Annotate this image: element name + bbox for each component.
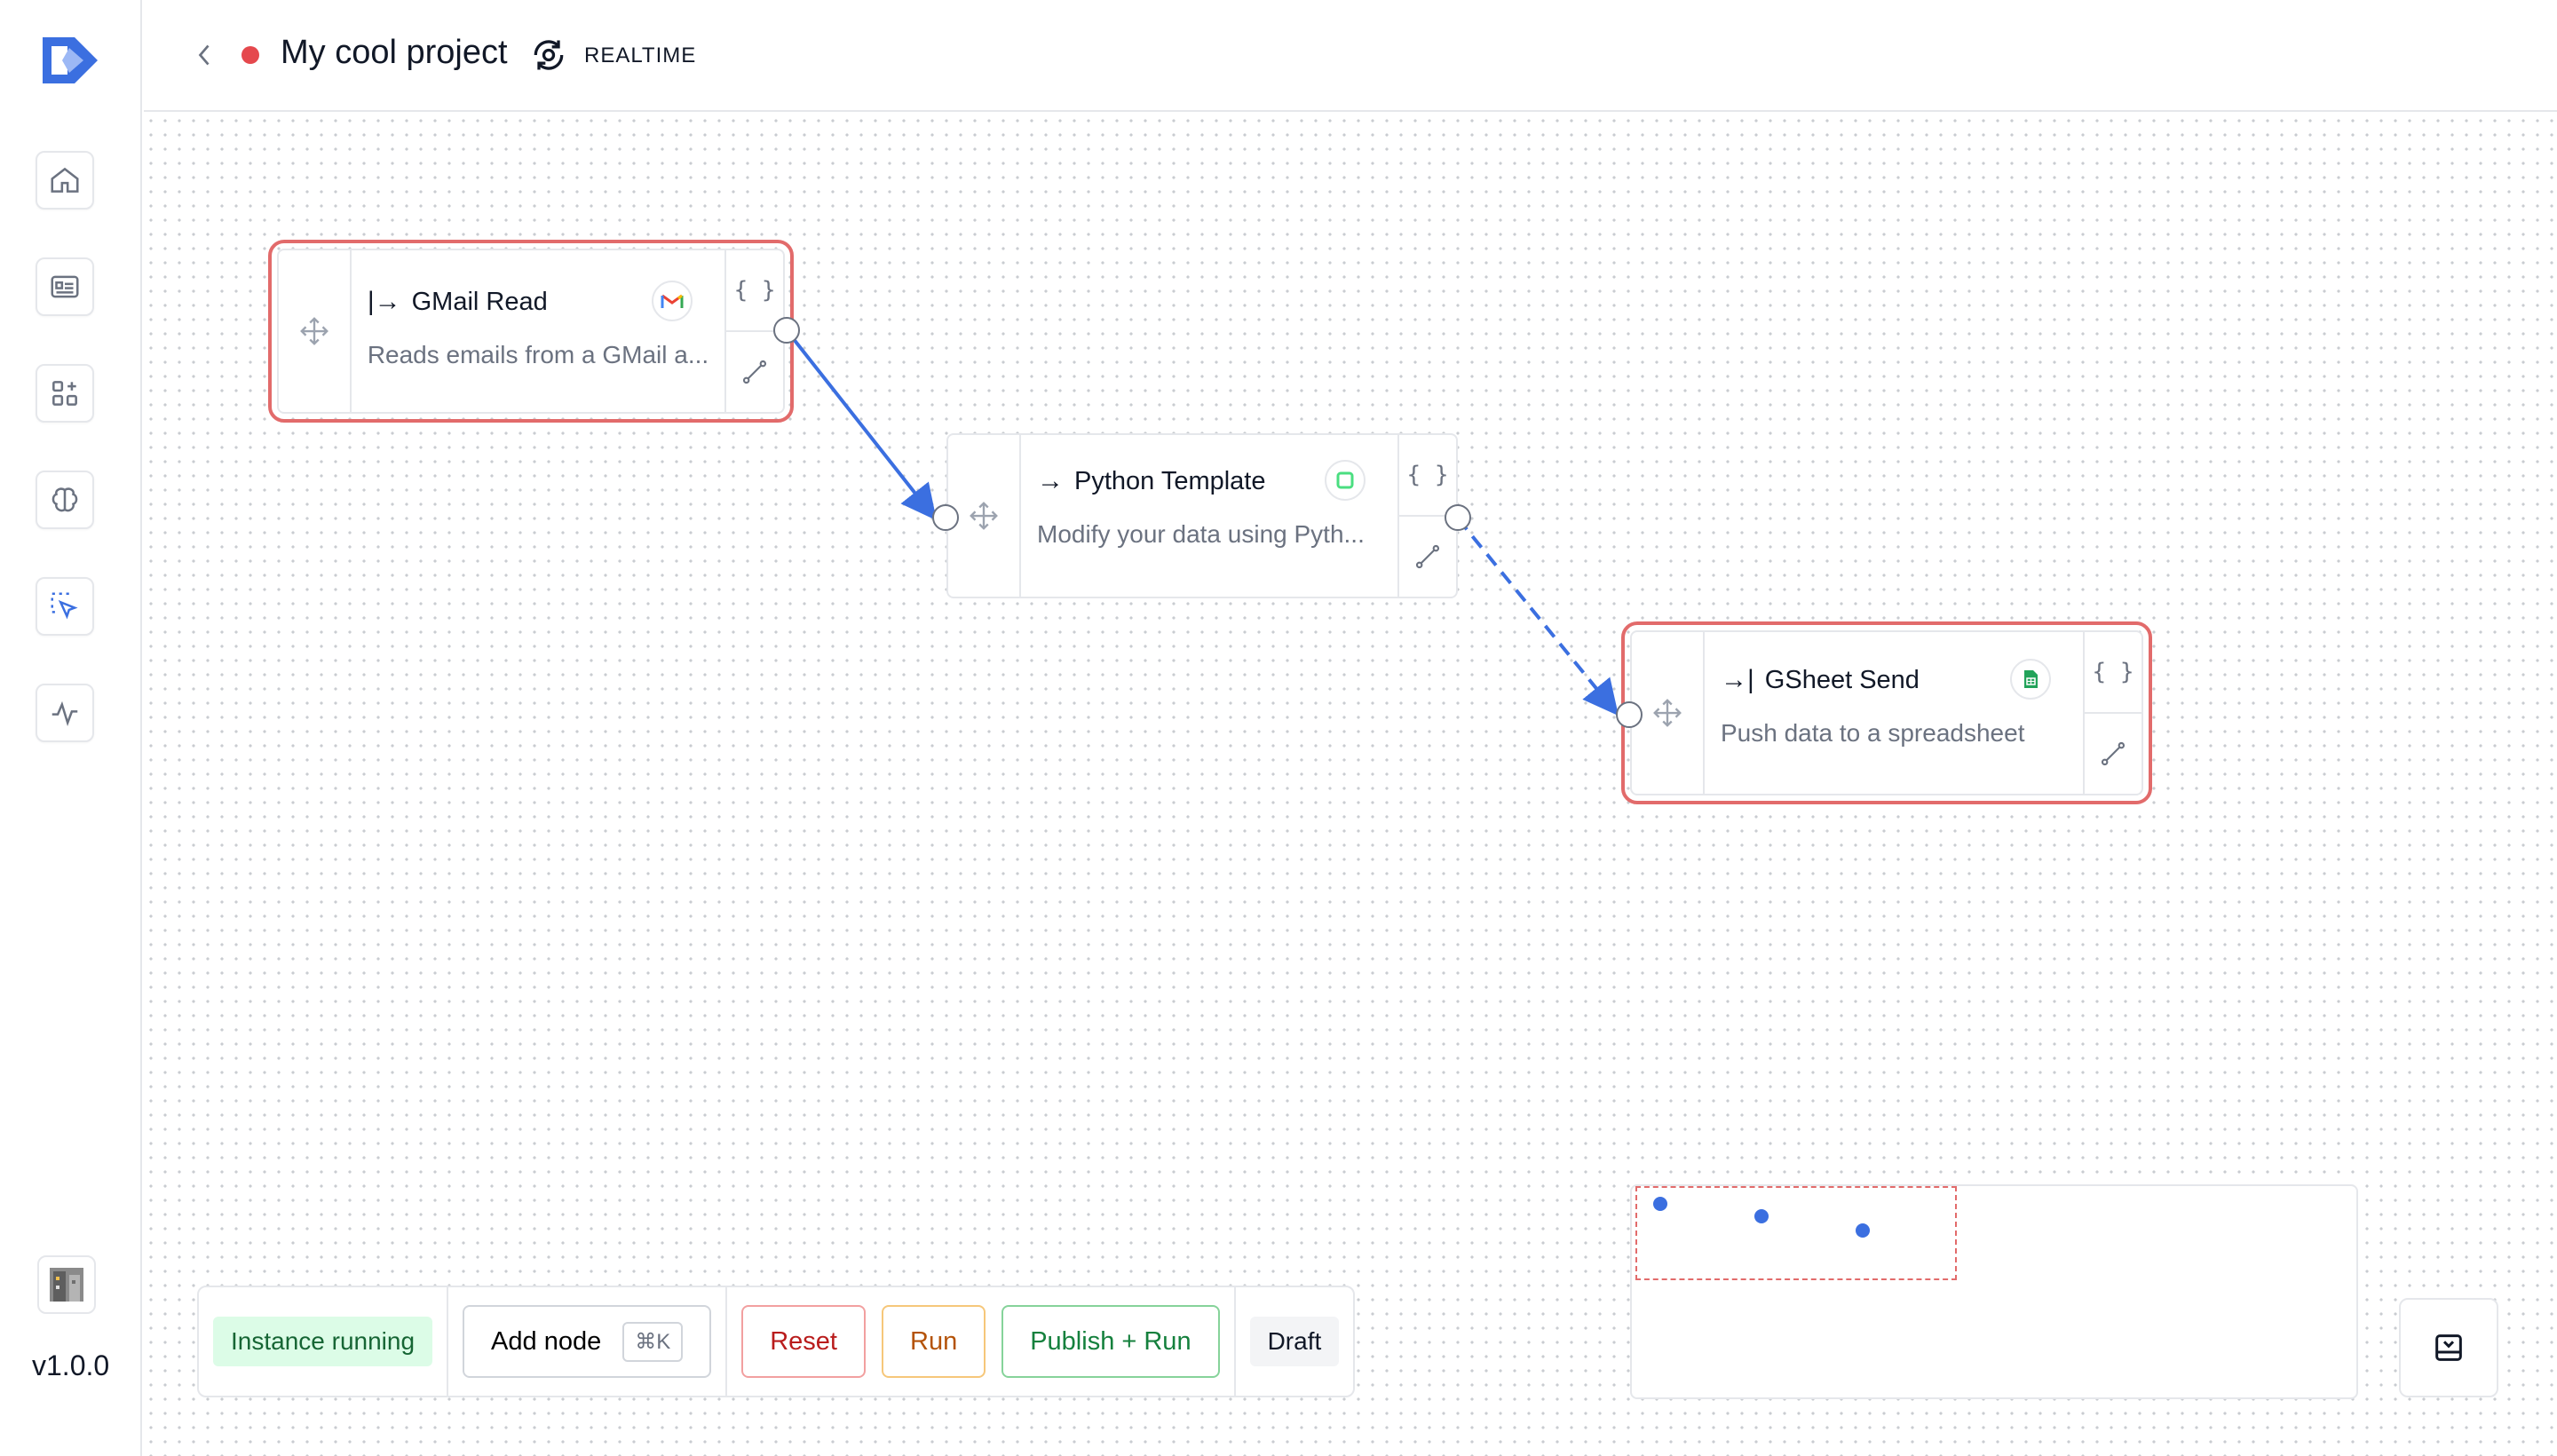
sidebar-item-apps[interactable]: [36, 364, 94, 423]
node-connect-action[interactable]: [726, 332, 783, 412]
gmail-icon: [661, 294, 684, 308]
node-output-handle[interactable]: [773, 317, 800, 344]
sidebar-item-activity[interactable]: [36, 684, 94, 742]
instance-status-badge: Instance running: [213, 1317, 433, 1366]
move-icon: [299, 317, 329, 345]
project-status-dot: [241, 46, 259, 64]
node-drag-handle[interactable]: [948, 435, 1021, 597]
node-python-template[interactable]: → Python Template Modify your data using…: [946, 433, 1458, 598]
minimap-viewport[interactable]: [1635, 1186, 1957, 1280]
node-input-handle[interactable]: [932, 504, 959, 531]
apps-add-icon: [52, 381, 77, 406]
node-badge: [2010, 659, 2051, 700]
sidebar-item-ai[interactable]: [36, 471, 94, 529]
workspace-avatar[interactable]: [37, 1255, 96, 1314]
draft-badge[interactable]: Draft: [1249, 1317, 1340, 1366]
activity-icon: [51, 700, 78, 727]
node-drag-handle[interactable]: [1632, 632, 1705, 794]
select-pointer-icon: [51, 592, 78, 620]
minimap-node-dot: [1754, 1209, 1769, 1223]
node-badge: [1325, 460, 1366, 501]
json-braces-icon[interactable]: { }: [2085, 632, 2141, 714]
shortcut-hint: ⌘K: [622, 1321, 684, 1362]
python-icon: [1336, 471, 1354, 489]
sidebar: v1.0.0: [0, 0, 142, 1456]
toolbar-draft-section: Draft: [1236, 1287, 1354, 1396]
gsheet-icon: [2024, 670, 2038, 688]
node-body: |→ GMail Read Reads emails from a GMail …: [352, 250, 724, 412]
header: My cool project REALTIME: [144, 0, 2557, 112]
run-button[interactable]: Run: [882, 1305, 986, 1378]
toolbar-status-section: Instance running: [199, 1287, 449, 1396]
bottom-toolbar: Instance running Add node ⌘K Reset Run P…: [197, 1286, 1356, 1397]
input-node-icon: |→: [367, 287, 401, 316]
move-icon: [1653, 699, 1682, 727]
publish-run-button[interactable]: Publish + Run: [1001, 1305, 1220, 1378]
node-gmail-read[interactable]: |→ GMail Read Reads emails from a GMail …: [268, 240, 794, 423]
node-input-handle[interactable]: [1616, 701, 1643, 728]
node-output-handle[interactable]: [1445, 504, 1471, 531]
node-body: →| GSheet Send Push data to a spreadshee…: [1705, 632, 2083, 794]
building-avatar-icon: [50, 1268, 83, 1302]
output-node-icon: →|: [1721, 665, 1754, 694]
sidebar-item-editor[interactable]: [36, 577, 94, 636]
transform-node-icon: →: [1037, 466, 1064, 495]
node-description: Reads emails from a GMail a...: [367, 341, 709, 368]
toolbar-actions-section: Reset Run Publish + Run: [727, 1287, 1236, 1396]
node-title: Python Template: [1074, 466, 1266, 495]
json-braces-icon[interactable]: { }: [1399, 435, 1456, 517]
sidebar-item-profile[interactable]: [36, 257, 94, 316]
chevron-left-icon[interactable]: [188, 39, 220, 71]
move-icon: [970, 502, 998, 530]
toolbar-add-section: Add node ⌘K: [448, 1287, 728, 1396]
home-icon: [51, 167, 79, 193]
sidebar-item-home[interactable]: [36, 151, 94, 210]
toggle-panel-button[interactable]: [2399, 1298, 2498, 1397]
json-braces-icon[interactable]: { }: [726, 250, 783, 332]
node-gsheet-send[interactable]: →| GSheet Send Push data to a spreadshee…: [1621, 621, 2152, 804]
connect-line-icon: [2101, 741, 2126, 766]
node-description: Modify your data using Pyth...: [1037, 520, 1365, 548]
app-version: v1.0.0: [32, 1349, 110, 1381]
node-connect-action[interactable]: [2085, 714, 2141, 794]
node-description: Push data to a spreadsheet: [1721, 719, 2025, 747]
minimap-node-dot: [1653, 1197, 1667, 1211]
panel-toggle-icon: [2435, 1334, 2462, 1361]
node-title: GMail Read: [411, 287, 548, 316]
project-title: My cool project: [281, 34, 508, 71]
add-node-label: Add node: [491, 1326, 602, 1356]
node-body: → Python Template Modify your data using…: [1021, 435, 1397, 597]
reset-button[interactable]: Reset: [741, 1305, 866, 1378]
app-logo[interactable]: [39, 30, 101, 91]
minimap[interactable]: [1630, 1184, 2358, 1399]
realtime-label[interactable]: REALTIME: [584, 44, 696, 68]
add-node-button[interactable]: Add node ⌘K: [463, 1305, 712, 1378]
connect-line-icon: [743, 360, 767, 384]
id-card-icon: [51, 275, 79, 298]
node-title: GSheet Send: [1764, 665, 1920, 694]
node-badge: [652, 281, 693, 321]
connect-line-icon: [1415, 544, 1440, 569]
brain-icon: [51, 487, 78, 512]
node-drag-handle[interactable]: [279, 250, 352, 412]
realtime-icon[interactable]: [529, 36, 568, 75]
node-actions: { }: [2083, 632, 2141, 794]
node-connect-action[interactable]: [1399, 517, 1456, 597]
minimap-node-dot: [1856, 1223, 1870, 1238]
